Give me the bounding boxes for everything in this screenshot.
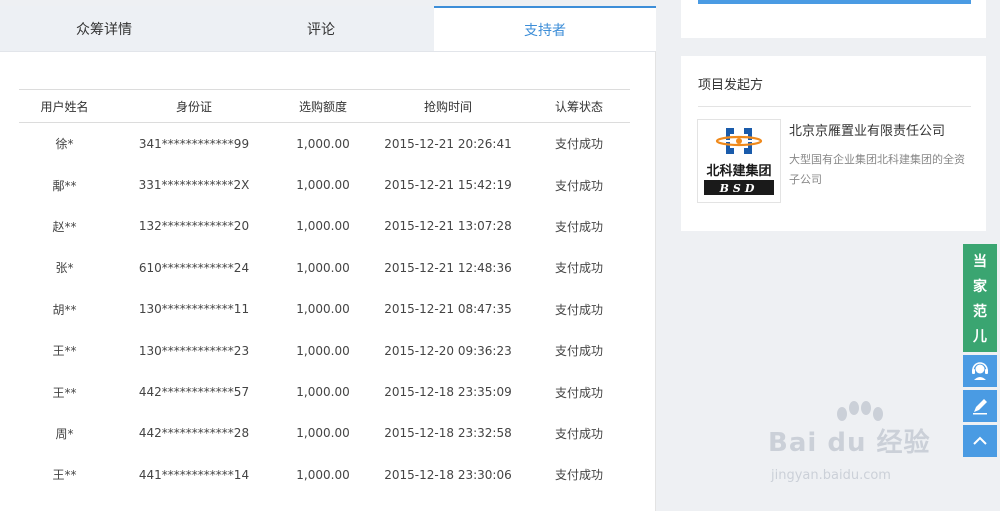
customer-service-button[interactable] bbox=[963, 355, 997, 387]
cell-purchase-time: 2015-12-21 13:07:28 bbox=[384, 219, 512, 234]
side-toolbar: 当 家 范 儿 bbox=[963, 244, 997, 457]
table-row: 徐* 341************99 1,000.00 2015-12-21… bbox=[19, 123, 630, 164]
customer-service-icon bbox=[972, 362, 988, 380]
table-row: 王** 442************57 1,000.00 2015-12-1… bbox=[19, 371, 630, 412]
cell-status: 支付成功 bbox=[554, 137, 603, 152]
cell-user-name: 徐* bbox=[55, 137, 74, 152]
brand-badge[interactable]: 当 家 范 儿 bbox=[963, 244, 997, 352]
cell-status: 支付成功 bbox=[554, 468, 603, 483]
cell-id-card: 610************24 bbox=[138, 260, 250, 275]
tab-supporters[interactable]: 支持者 bbox=[434, 6, 656, 51]
logo-text-cn: 北科建集团 bbox=[706, 163, 771, 179]
supporters-table: 用户姓名 身份证 选购额度 抢购时间 认筹状态 徐* 341**********… bbox=[19, 89, 630, 496]
company-name[interactable]: 北京京雁置业有限责任公司 bbox=[789, 120, 945, 139]
cell-user-name: 周* bbox=[55, 426, 74, 441]
cell-status: 支付成功 bbox=[554, 344, 603, 359]
table-row: 王** 130************23 1,000.00 2015-12-2… bbox=[19, 330, 630, 371]
edit-icon bbox=[973, 399, 987, 415]
cell-user-name: 张* bbox=[55, 261, 74, 276]
table-row: 鄅** 331************2X 1,000.00 2015-12-2… bbox=[19, 164, 630, 205]
brand-char: 儿 bbox=[973, 328, 987, 345]
cell-amount: 1,000.00 bbox=[296, 426, 350, 441]
cell-amount: 1,000.00 bbox=[296, 343, 350, 358]
cell-amount: 1,000.00 bbox=[296, 178, 350, 193]
support-card bbox=[681, 0, 986, 38]
cell-purchase-time: 2015-12-18 23:32:58 bbox=[384, 426, 512, 441]
divider bbox=[698, 106, 971, 107]
cell-id-card: 441************14 bbox=[138, 467, 250, 482]
cell-amount: 1,000.00 bbox=[296, 219, 350, 234]
cell-user-name: 胡** bbox=[52, 302, 77, 317]
tab-crowdfunding-details[interactable]: 众筹详情 bbox=[0, 6, 208, 51]
cell-id-card: 130************11 bbox=[138, 302, 250, 317]
cell-amount: 1,000.00 bbox=[296, 260, 350, 275]
cell-purchase-time: 2015-12-21 20:26:41 bbox=[384, 136, 512, 151]
cell-status: 支付成功 bbox=[554, 302, 603, 317]
cell-status: 支付成功 bbox=[554, 261, 603, 276]
supporters-panel: 众筹详情 评论 支持者 用户姓名 身份证 选购额度 抢购时间 认筹状态 徐* 3… bbox=[0, 6, 656, 511]
cell-status: 支付成功 bbox=[554, 385, 603, 400]
cell-purchase-time: 2015-12-18 23:30:06 bbox=[384, 467, 512, 482]
table-row: 胡** 130************11 1,000.00 2015-12-2… bbox=[19, 289, 630, 330]
cell-amount: 1,000.00 bbox=[296, 385, 350, 400]
cell-purchase-time: 2015-12-21 15:42:19 bbox=[384, 178, 512, 193]
watermark-text: Bai du 经验 bbox=[768, 428, 931, 458]
cell-id-card: 442************28 bbox=[138, 426, 250, 441]
cell-status: 支付成功 bbox=[554, 426, 603, 441]
support-button[interactable] bbox=[698, 0, 971, 4]
cell-id-card: 442************57 bbox=[138, 385, 250, 400]
watermark-url: jingyan.baidu.com bbox=[771, 468, 891, 483]
brand-char: 范 bbox=[973, 303, 987, 320]
tab-bar: 众筹详情 评论 支持者 bbox=[0, 6, 656, 52]
header-purchase-time: 抢购时间 bbox=[423, 99, 472, 114]
cell-status: 支付成功 bbox=[554, 178, 603, 193]
cell-id-card: 341************99 bbox=[138, 136, 250, 151]
sponsor-card: 项目发起方 北科建集团 BSD 北京京雁置业有限责任公司 大型国有企业集团北科建… bbox=[681, 56, 986, 231]
table-row: 赵** 132************20 1,000.00 2015-12-2… bbox=[19, 206, 630, 247]
cell-user-name: 王** bbox=[52, 385, 77, 400]
cell-purchase-time: 2015-12-21 12:48:36 bbox=[384, 260, 512, 275]
cell-amount: 1,000.00 bbox=[296, 467, 350, 482]
cell-purchase-time: 2015-12-21 08:47:35 bbox=[384, 302, 512, 317]
cell-amount: 1,000.00 bbox=[296, 302, 350, 317]
cell-id-card: 130************23 bbox=[138, 343, 250, 358]
table-header: 用户姓名 身份证 选购额度 抢购时间 认筹状态 bbox=[19, 89, 630, 123]
sponsor-title: 项目发起方 bbox=[698, 78, 764, 93]
logo-text-en: BSD bbox=[719, 182, 759, 195]
table-row: 周* 442************28 1,000.00 2015-12-18… bbox=[19, 413, 630, 454]
header-id-card: 身份证 bbox=[175, 99, 212, 114]
cell-user-name: 赵** bbox=[52, 219, 77, 234]
cell-id-card: 132************20 bbox=[138, 219, 250, 234]
baidu-watermark: Bai du 经验 jingyan.baidu.com bbox=[768, 400, 958, 495]
back-to-top-button[interactable] bbox=[963, 425, 997, 457]
cell-purchase-time: 2015-12-18 23:35:09 bbox=[384, 385, 512, 400]
header-status: 认筹状态 bbox=[554, 99, 603, 114]
table-row: 张* 610************24 1,000.00 2015-12-21… bbox=[19, 247, 630, 288]
brand-char: 家 bbox=[973, 278, 987, 295]
bsd-logo-icon: 北科建集团 BSD bbox=[698, 120, 780, 202]
company-logo[interactable]: 北科建集团 BSD bbox=[697, 119, 781, 203]
cell-amount: 1,000.00 bbox=[296, 136, 350, 151]
cell-purchase-time: 2015-12-20 09:36:23 bbox=[384, 343, 512, 358]
cell-user-name: 鄅** bbox=[52, 178, 77, 193]
cell-id-card: 331************2X bbox=[138, 178, 250, 193]
header-user-name: 用户姓名 bbox=[40, 99, 89, 114]
back-to-top-icon bbox=[973, 436, 987, 445]
cell-status: 支付成功 bbox=[554, 219, 603, 234]
header-amount: 选购额度 bbox=[298, 99, 347, 114]
company-description: 大型国有企业集团北科建集团的全资子公司 bbox=[789, 153, 965, 186]
table-row: 王** 441************14 1,000.00 2015-12-1… bbox=[19, 454, 630, 495]
cell-user-name: 王** bbox=[52, 468, 77, 483]
feedback-button[interactable] bbox=[963, 390, 997, 422]
cell-user-name: 王** bbox=[52, 344, 77, 359]
brand-char: 当 bbox=[973, 253, 987, 270]
tab-comments[interactable]: 评论 bbox=[208, 6, 434, 51]
